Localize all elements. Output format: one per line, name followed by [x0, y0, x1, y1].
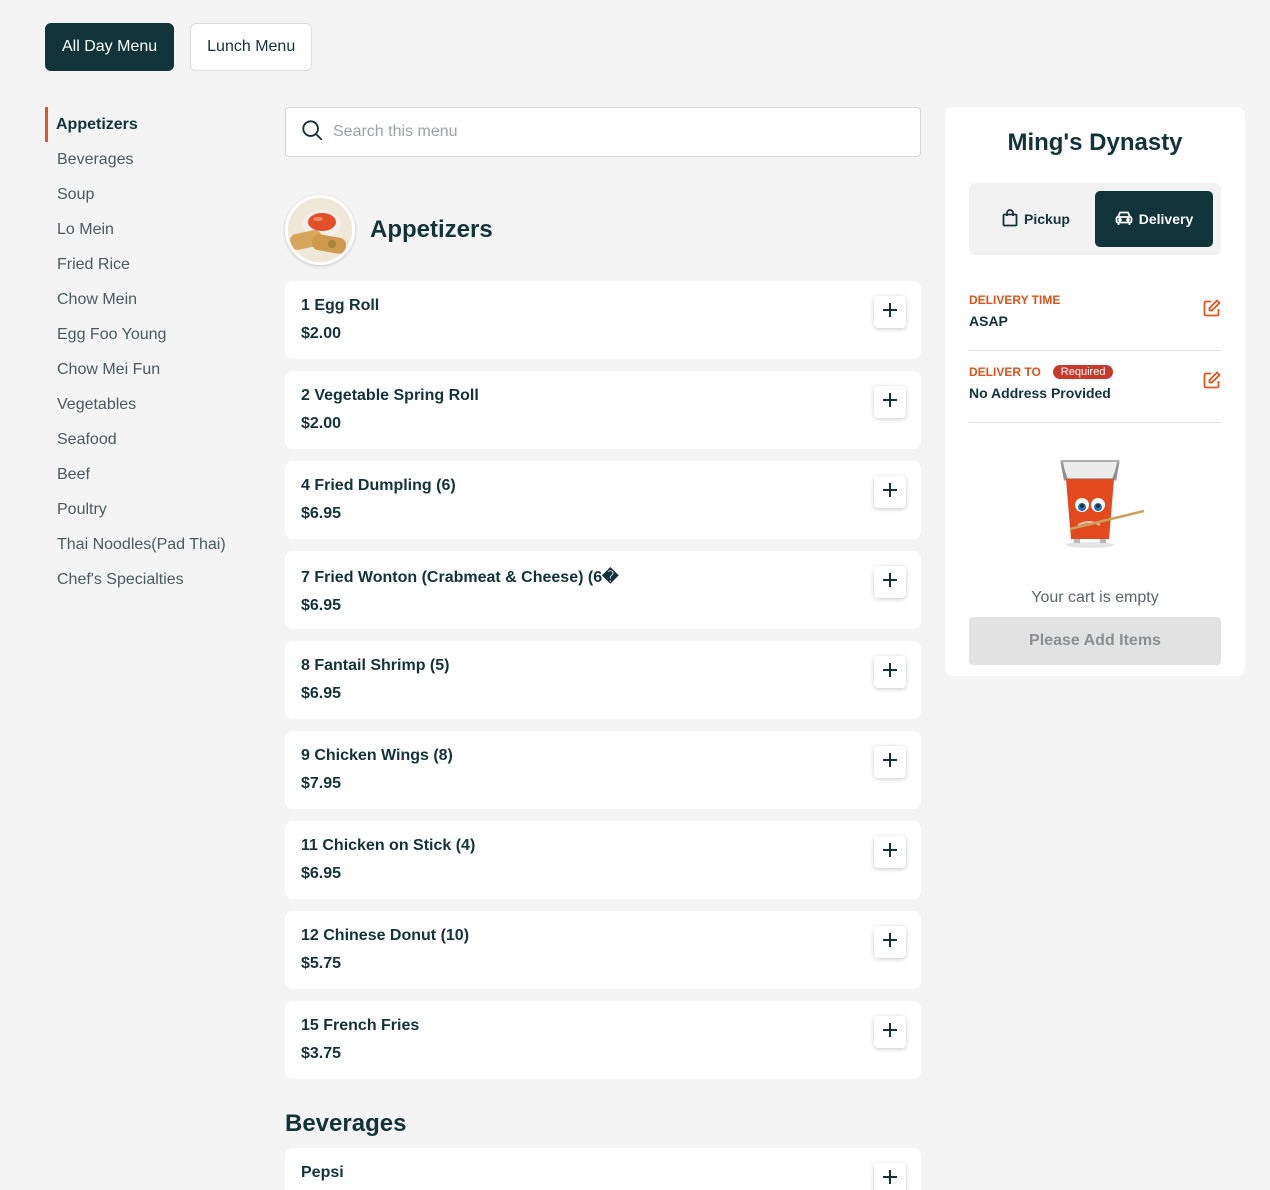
- category-nav-item[interactable]: Seafood: [45, 422, 265, 457]
- category-nav-item[interactable]: Thai Noodles(Pad Thai): [45, 527, 265, 562]
- category-nav-item[interactable]: Chow Mein: [45, 282, 265, 317]
- car-icon: [1115, 210, 1133, 229]
- add-item-button[interactable]: [874, 926, 906, 958]
- item-price: $6.95: [301, 685, 342, 702]
- menu-item[interactable]: 12 Chinese Donut (10) $5.75: [285, 911, 921, 989]
- category-image: [285, 195, 355, 265]
- delivery-button[interactable]: Delivery: [1095, 191, 1213, 247]
- menu-item[interactable]: 11 Chicken on Stick (4) $6.95: [285, 821, 921, 899]
- item-list: 1 Egg Roll $2.00 2 Vegetable Spring Roll…: [285, 281, 921, 1079]
- section-title: Beverages: [285, 1110, 407, 1137]
- pickup-button[interactable]: Pickup: [977, 191, 1095, 247]
- category-nav: Appetizers Beverages Soup Lo Mein Fried …: [45, 107, 265, 597]
- category-nav-item[interactable]: Lo Mein: [45, 212, 265, 247]
- category-nav-item[interactable]: Appetizers: [45, 107, 265, 142]
- add-item-button[interactable]: [874, 1163, 906, 1190]
- deliver-to-row[interactable]: DELIVER TO Required No Address Provided: [969, 351, 1221, 423]
- category-nav-item[interactable]: Beverages: [45, 142, 265, 177]
- plus-icon: [882, 842, 898, 863]
- plus-icon: [882, 302, 898, 323]
- add-item-button[interactable]: [874, 566, 906, 598]
- menu-item[interactable]: Pepsi: [285, 1148, 921, 1190]
- deliver-to-value: No Address Provided: [969, 385, 1111, 401]
- edit-icon[interactable]: [1203, 371, 1221, 394]
- menu-item[interactable]: 15 French Fries $3.75: [285, 1001, 921, 1079]
- plus-icon: [882, 1022, 898, 1043]
- category-nav-item[interactable]: Vegetables: [45, 387, 265, 422]
- category-nav-item[interactable]: Chef's Specialties: [45, 562, 265, 597]
- required-badge: Required: [1052, 365, 1114, 379]
- cart-panel: Ming's Dynasty Pickup Delivery DELIVERY …: [945, 107, 1245, 676]
- section-title: Appetizers: [370, 216, 493, 243]
- item-name: 9 Chicken Wings (8): [301, 747, 453, 764]
- delivery-time-label: DELIVERY TIME: [969, 293, 1221, 307]
- item-name: 1 Egg Roll: [301, 297, 380, 314]
- plus-icon: [882, 752, 898, 773]
- restaurant-name: Ming's Dynasty: [1007, 129, 1183, 156]
- item-price: $6.95: [301, 505, 342, 522]
- menu-item[interactable]: 8 Fantail Shrimp (5) $6.95: [285, 641, 921, 719]
- add-item-button[interactable]: [874, 746, 906, 778]
- search-input[interactable]: [333, 123, 920, 141]
- item-name: 11 Chicken on Stick (4): [301, 837, 476, 854]
- item-name: 7 Fried Wonton (Crabmeat & Cheese) (6�: [301, 569, 619, 586]
- category-nav-item[interactable]: Beef: [45, 457, 265, 492]
- item-name: 12 Chinese Donut (10): [301, 927, 470, 944]
- menu-main: Appetizers 1 Egg Roll $2.00 2 Vegetable …: [285, 107, 921, 1190]
- item-price: $7.95: [301, 775, 342, 792]
- menu-item[interactable]: 4 Fried Dumpling (6) $6.95: [285, 461, 921, 539]
- add-item-button[interactable]: [874, 296, 906, 328]
- item-price: $2.00: [301, 415, 342, 432]
- menu-item[interactable]: 2 Vegetable Spring Roll $2.00: [285, 371, 921, 449]
- section-header: Appetizers: [285, 195, 921, 265]
- add-item-button[interactable]: [874, 656, 906, 688]
- menu-item[interactable]: 7 Fried Wonton (Crabmeat & Cheese) (6� $…: [285, 551, 921, 629]
- category-nav-item[interactable]: Egg Foo Young: [45, 317, 265, 352]
- item-price: $2.00: [301, 325, 342, 342]
- item-name: 4 Fried Dumpling (6): [301, 477, 456, 494]
- item-name: 8 Fantail Shrimp (5): [301, 657, 450, 674]
- item-name: 2 Vegetable Spring Roll: [301, 387, 479, 404]
- delivery-label: Delivery: [1138, 211, 1194, 227]
- empty-cart-message: Your cart is empty: [1031, 589, 1159, 606]
- delivery-time-value: ASAP: [969, 313, 1008, 329]
- add-item-button[interactable]: [874, 476, 906, 508]
- delivery-time-row[interactable]: DELIVERY TIME ASAP: [969, 279, 1221, 351]
- category-nav-item[interactable]: Chow Mei Fun: [45, 352, 265, 387]
- item-price: $6.95: [301, 597, 342, 614]
- add-item-button[interactable]: [874, 1016, 906, 1048]
- menu-item[interactable]: 9 Chicken Wings (8) $7.95: [285, 731, 921, 809]
- tab-lunch-menu[interactable]: Lunch Menu: [190, 23, 313, 71]
- item-price: $6.95: [301, 865, 342, 882]
- plus-icon: [882, 572, 898, 593]
- plus-icon: [882, 932, 898, 953]
- menu-item[interactable]: 1 Egg Roll $2.00: [285, 281, 921, 359]
- add-item-button[interactable]: [874, 386, 906, 418]
- plus-icon: [882, 392, 898, 413]
- item-name: 15 French Fries: [301, 1017, 420, 1034]
- plus-icon: [882, 482, 898, 503]
- plus-icon: [882, 1169, 898, 1190]
- edit-icon[interactable]: [1203, 299, 1221, 322]
- category-nav-item[interactable]: Fried Rice: [45, 247, 265, 282]
- item-price: $5.75: [301, 955, 342, 972]
- bag-icon: [1002, 208, 1018, 230]
- deliver-to-label-text: DELIVER TO: [969, 365, 1041, 379]
- category-nav-item[interactable]: Soup: [45, 177, 265, 212]
- search-bar[interactable]: [285, 107, 921, 157]
- add-item-button[interactable]: [874, 836, 906, 868]
- category-nav-item[interactable]: Poultry: [45, 492, 265, 527]
- menu-tabs: All Day Menu Lunch Menu: [45, 23, 313, 71]
- checkout-button[interactable]: Please Add Items: [969, 617, 1221, 665]
- tab-all-day-menu[interactable]: All Day Menu: [45, 23, 175, 71]
- fulfillment-toggle: Pickup Delivery: [969, 183, 1221, 255]
- deliver-to-label: DELIVER TO Required: [969, 365, 1221, 379]
- takeout-box-illustration: [969, 455, 1221, 551]
- pickup-label: Pickup: [1024, 211, 1070, 227]
- delivery-time-label-text: DELIVERY TIME: [969, 293, 1061, 307]
- item-name: Pepsi: [301, 1164, 344, 1181]
- search-icon: [301, 119, 323, 146]
- plus-icon: [882, 662, 898, 683]
- item-price: $3.75: [301, 1045, 342, 1062]
